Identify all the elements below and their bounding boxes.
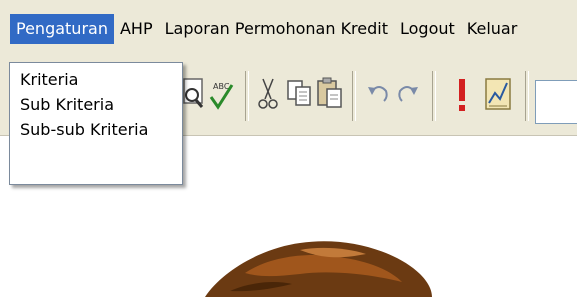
copy-button[interactable] xyxy=(283,73,317,117)
menu-item-sub-kriteria[interactable]: Sub Kriteria xyxy=(10,92,182,117)
menu-ahp[interactable]: AHP xyxy=(114,14,159,44)
menu-item-sub-sub-kriteria[interactable]: Sub-sub Kriteria xyxy=(10,117,182,142)
exclamation-icon xyxy=(459,79,465,111)
toolbar-separator xyxy=(245,71,249,121)
spelling-check-button[interactable]: ABC xyxy=(204,73,238,117)
cut-button[interactable] xyxy=(251,73,285,117)
paste-button[interactable] xyxy=(313,73,347,117)
toolbar-combo-field[interactable] xyxy=(535,80,577,124)
redo-icon xyxy=(398,86,418,102)
toolbar-separator xyxy=(432,71,436,121)
menu-keluar[interactable]: Keluar xyxy=(461,14,524,44)
menu-item-kriteria[interactable]: Kriteria xyxy=(10,67,182,92)
menu-bar: Pengaturan AHP Laporan Permohonan Kredit… xyxy=(0,0,577,57)
menu-pengaturan[interactable]: Pengaturan xyxy=(10,13,114,44)
paste-icon xyxy=(317,77,342,108)
spelling-check-icon: ABC xyxy=(209,82,234,110)
menu-laporan-permohonan-kredit[interactable]: Laporan Permohonan Kredit xyxy=(159,14,394,44)
toolbar-separator xyxy=(352,71,356,121)
chart-button[interactable] xyxy=(481,73,515,117)
menu-logout[interactable]: Logout xyxy=(394,14,461,44)
exclamation-button[interactable] xyxy=(445,73,479,117)
pengaturan-dropdown-menu: Kriteria Sub Kriteria Sub-sub Kriteria xyxy=(9,62,183,185)
cut-icon xyxy=(258,78,278,109)
toolbar-separator xyxy=(525,71,529,121)
chart-icon xyxy=(485,78,511,110)
redo-button[interactable] xyxy=(390,73,424,117)
copy-icon xyxy=(287,80,311,106)
